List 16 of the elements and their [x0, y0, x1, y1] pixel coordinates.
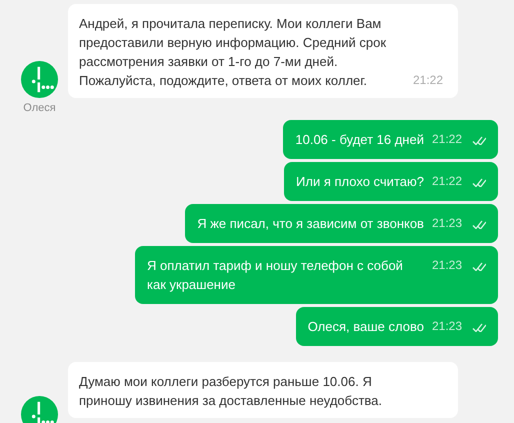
message-text: Андрей, я прочитала переписку. Мои коллеги Вам предоставили верную информацию. Средний срок рассмотрения заявки от 1-го до 7-ми дней. Пожалуйста, подождите, ответа от моих коллег. — [79, 15, 388, 90]
message-text: Олеся, ваше слово — [308, 319, 424, 334]
avatar-icon — [21, 60, 58, 98]
message-time: 21:22 — [432, 173, 462, 190]
message-time: 21:23 — [432, 215, 462, 232]
message-time: 21:23 — [432, 318, 462, 335]
avatar-icon — [21, 396, 58, 423]
message-time: 21:22 — [413, 72, 444, 89]
message-text: Или я плохо считаю? — [296, 174, 424, 189]
message-time: 21:23 — [432, 257, 462, 274]
message-text: Я же писал, что я зависим от звонков — [197, 216, 424, 231]
sender-name: Олеся — [23, 100, 56, 116]
message-text: Я оплатил тариф и ношу телефон с собой как украшение — [147, 258, 403, 292]
message-text: 10.06 - будет 16 дней — [295, 132, 424, 147]
message-text: Думаю мои коллеги разберутся раньше 10.06. Я приношу извинения за доставленные неудобства. — [79, 373, 383, 410]
message-time: 21:22 — [432, 131, 462, 148]
